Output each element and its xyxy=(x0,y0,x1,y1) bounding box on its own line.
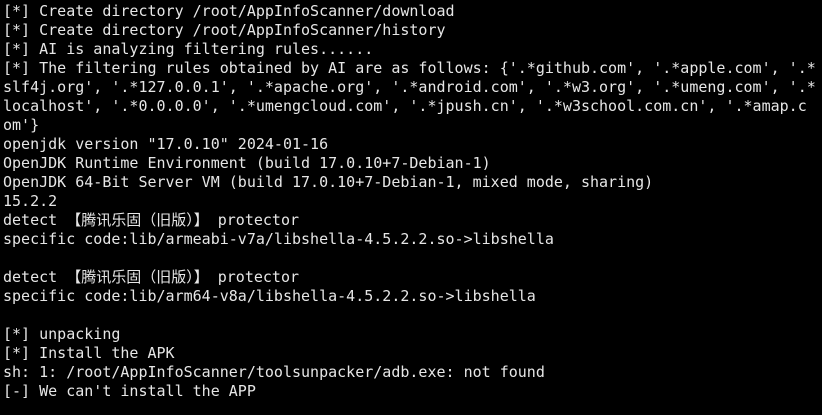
terminal-line: [*] Install the APK xyxy=(3,344,175,362)
terminal-line: sh: 1: /root/AppInfoScanner/toolsunpacke… xyxy=(3,363,545,381)
terminal-line: om'} xyxy=(3,116,40,134)
terminal-line: specific code:lib/armeabi-v7a/libshella-… xyxy=(3,230,554,248)
terminal-line: detect 【腾讯乐固（旧版）】 protector xyxy=(3,268,300,286)
terminal-output[interactable]: [*] Create directory /root/AppInfoScanne… xyxy=(0,0,822,415)
terminal-line: slf4j.org', '.*127.0.0.1', '.*apache.org… xyxy=(3,78,816,96)
terminal-line: localhost', '.*0.0.0.0', '.*umengcloud.c… xyxy=(3,97,807,115)
terminal-line: [-] We can't install the APP xyxy=(3,382,256,400)
terminal-line: OpenJDK 64-Bit Server VM (build 17.0.10+… xyxy=(3,173,654,191)
terminal-line: openjdk version "17.0.10" 2024-01-16 xyxy=(3,135,329,153)
terminal-line: 15.2.2 xyxy=(3,192,58,210)
terminal-line: [*] AI is analyzing filtering rules.....… xyxy=(3,40,374,58)
terminal-line: specific code:lib/arm64-v8a/libshella-4.… xyxy=(3,287,536,305)
terminal-line: detect 【腾讯乐固（旧版）】 protector xyxy=(3,211,300,229)
terminal-line: [*] Create directory /root/AppInfoScanne… xyxy=(3,21,446,39)
terminal-line: [*] unpacking xyxy=(3,325,121,343)
terminal-line: [*] The filtering rules obtained by AI a… xyxy=(3,59,816,77)
terminal-line: OpenJDK Runtime Environment (build 17.0.… xyxy=(3,154,491,172)
terminal-line: [*] Create directory /root/AppInfoScanne… xyxy=(3,2,455,20)
